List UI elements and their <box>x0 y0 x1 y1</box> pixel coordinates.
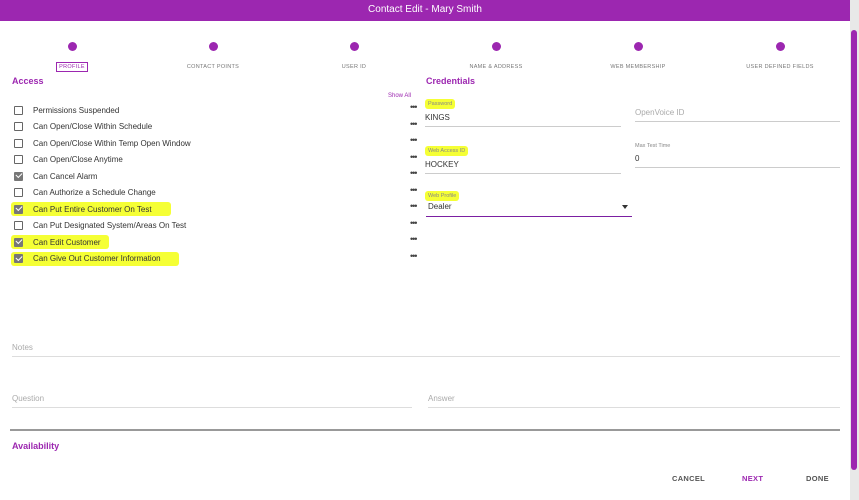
max-test-value: 0 <box>635 154 640 163</box>
scrollbar-thumb[interactable] <box>851 30 857 470</box>
checkbox-checked[interactable] <box>14 237 23 247</box>
answer-placeholder: Answer <box>428 394 455 403</box>
checkbox[interactable] <box>14 188 23 198</box>
web-profile-label-wrap: Web Profile <box>425 184 460 202</box>
done-button[interactable]: DONE <box>806 474 829 483</box>
checkbox-checked[interactable] <box>14 204 23 214</box>
permission-label: Can Put Designated System/Areas On Test <box>33 221 187 231</box>
web-access-value: HOCKEY <box>425 160 459 169</box>
permission-label: Can Open/Close Anytime <box>33 155 123 165</box>
cancel-button[interactable]: CANCEL <box>672 474 705 483</box>
web-access-label: Web Access ID <box>425 146 469 156</box>
step-profile[interactable]: PROFILE <box>12 38 132 73</box>
access-title: Access <box>12 76 44 86</box>
more-horizontal-icon[interactable]: ••• <box>410 201 418 218</box>
permission-cancel-alarm[interactable]: Can Cancel Alarm <box>14 168 394 185</box>
field-underline <box>425 122 621 127</box>
question-placeholder: Question <box>12 394 45 403</box>
answer-input[interactable]: Answer <box>428 394 840 408</box>
notes-input[interactable]: Notes <box>12 343 840 357</box>
step-dot <box>67 42 77 51</box>
section-divider <box>10 429 840 431</box>
web-access-id-field[interactable]: Web Access ID HOCKEY <box>425 139 621 174</box>
password-label: Password <box>425 99 456 109</box>
step-user-defined-fields[interactable]: USER DEFINED FIELDS <box>720 38 840 73</box>
notes-placeholder: Notes <box>12 343 33 352</box>
checkbox[interactable] <box>14 221 23 231</box>
openvoice-placeholder: OpenVoice ID <box>635 108 685 117</box>
openvoice-id-field[interactable]: OpenVoice ID <box>635 108 840 122</box>
checkbox-checked[interactable] <box>14 254 23 264</box>
step-label: CONTACT POINTS <box>186 64 240 70</box>
next-button[interactable]: NEXT <box>742 474 763 483</box>
stepper: PROFILE CONTACT POINTS USER ID NAME & AD… <box>0 38 850 72</box>
permission-permissions-suspended[interactable]: Permissions Suspended <box>14 102 394 119</box>
permission-edit-customer[interactable]: Can Edit Customer <box>11 234 394 251</box>
step-dot <box>349 42 359 51</box>
dropdown-arrow-icon <box>622 205 628 209</box>
step-dot <box>491 42 501 51</box>
password-field[interactable]: Password KINGS <box>425 92 621 127</box>
permission-label: Can Edit Customer <box>33 237 101 247</box>
show-all-link[interactable]: Show All <box>388 93 411 99</box>
more-horizontal-icon[interactable]: ••• <box>410 152 418 169</box>
contact-edit-dialog: Contact Edit - Mary Smith PROFILE CONTAC… <box>0 0 850 500</box>
checkbox[interactable] <box>14 138 23 148</box>
permission-open-close-schedule[interactable]: Can Open/Close Within Schedule <box>14 119 394 136</box>
step-label: USER ID <box>341 64 367 70</box>
dialog-title: Contact Edit - Mary Smith <box>0 0 850 21</box>
more-horizontal-icon[interactable]: ••• <box>410 251 418 268</box>
step-label: USER DEFINED FIELDS <box>746 64 814 70</box>
checkbox[interactable] <box>14 122 23 132</box>
permission-label: Can Put Entire Customer On Test <box>33 204 152 214</box>
checkbox-checked[interactable] <box>14 171 23 181</box>
permission-label: Can Open/Close Within Temp Open Window <box>33 138 191 148</box>
permission-open-close-anytime[interactable]: Can Open/Close Anytime <box>14 152 394 169</box>
question-input[interactable]: Question <box>12 394 412 408</box>
permission-entire-customer-test[interactable]: Can Put Entire Customer On Test <box>11 201 394 218</box>
more-horizontal-icon[interactable]: ••• <box>410 218 418 235</box>
permission-label: Can Cancel Alarm <box>33 171 98 181</box>
step-label: PROFILE <box>56 62 88 72</box>
more-menu-column: ••• ••• ••• ••• ••• ••• ••• ••• ••• ••• <box>410 102 418 268</box>
web-profile-select[interactable]: Dealer <box>426 202 632 217</box>
permission-authorize-schedule-change[interactable]: Can Authorize a Schedule Change <box>14 185 394 202</box>
step-dot <box>208 42 218 51</box>
scrollbar[interactable] <box>850 0 859 500</box>
more-horizontal-icon[interactable]: ••• <box>410 185 418 202</box>
password-value: KINGS <box>425 113 450 122</box>
more-horizontal-icon[interactable]: ••• <box>410 234 418 251</box>
more-horizontal-icon[interactable]: ••• <box>410 168 418 185</box>
permission-label: Can Authorize a Schedule Change <box>33 188 156 198</box>
permission-designated-areas-test[interactable]: Can Put Designated System/Areas On Test <box>14 218 394 235</box>
permission-give-out-info[interactable]: Can Give Out Customer Information <box>11 251 394 268</box>
permission-open-close-temp[interactable]: Can Open/Close Within Temp Open Window <box>14 135 394 152</box>
checkbox[interactable] <box>14 155 23 165</box>
step-label: WEB MEMBERSHIP <box>610 64 666 70</box>
credentials-title: Credentials <box>426 76 476 86</box>
field-underline <box>425 169 621 174</box>
more-horizontal-icon[interactable]: ••• <box>410 119 418 136</box>
more-horizontal-icon[interactable]: ••• <box>410 135 418 152</box>
web-profile-label: Web Profile <box>425 191 460 201</box>
step-user-id[interactable]: USER ID <box>294 38 414 73</box>
step-dot <box>775 42 785 51</box>
step-label: NAME & ADDRESS <box>469 64 523 70</box>
step-dot <box>633 42 643 51</box>
availability-title: Availability <box>12 441 60 451</box>
checkbox[interactable] <box>14 105 23 115</box>
step-web-membership[interactable]: WEB MEMBERSHIP <box>578 38 698 73</box>
more-horizontal-icon[interactable]: ••• <box>410 102 418 119</box>
max-test-time-field[interactable]: Max Test Time 0 <box>635 143 840 168</box>
field-underline <box>635 117 840 122</box>
permissions-list: Permissions Suspended Can Open/Close Wit… <box>11 102 394 268</box>
permission-label: Permissions Suspended <box>33 105 120 115</box>
step-name-address[interactable]: NAME & ADDRESS <box>436 38 556 73</box>
field-underline <box>635 163 840 168</box>
permission-label: Can Give Out Customer Information <box>33 254 161 264</box>
permission-label: Can Open/Close Within Schedule <box>33 122 153 132</box>
max-test-label: Max Test Time <box>635 143 671 149</box>
step-contact-points[interactable]: CONTACT POINTS <box>153 38 273 73</box>
web-profile-value: Dealer <box>428 202 452 211</box>
